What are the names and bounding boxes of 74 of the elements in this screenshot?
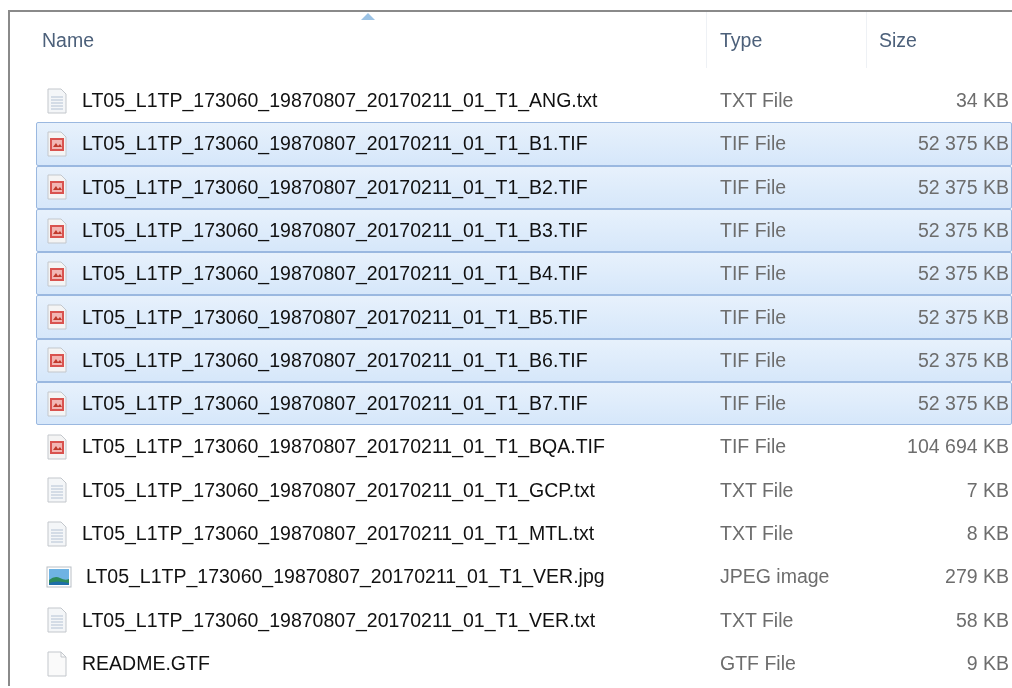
- file-row[interactable]: LT05_L1TP_173060_19870807_20170211_01_T1_ANG.txt TXT File 34 KB: [36, 79, 1012, 123]
- file-type: TIF File: [719, 391, 788, 417]
- column-header[interactable]: Size: [866, 12, 1012, 68]
- file-size: 52 375 KB: [916, 304, 1010, 330]
- file-name: LT05_L1TP_173060_19870807_20170211_01_T1_GCP.txt: [82, 477, 595, 504]
- file-row[interactable]: LT05_L1TP_173060_19870807_20170211_01_T1_B1.TIF TIF File 52 375 KB: [36, 122, 1012, 166]
- file-type: TIF File: [719, 434, 788, 460]
- file-size: 34 KB: [954, 88, 1010, 113]
- file-size: 9 KB: [965, 650, 1010, 676]
- file-type: TIF File: [719, 217, 788, 243]
- file-name: LT05_L1TP_173060_19870807_20170211_01_T1_VER.jpg: [86, 564, 605, 590]
- file-type: JPEG image: [719, 564, 831, 590]
- file-name: LT05_L1TP_173060_19870807_20170211_01_T1_B6.TIF: [82, 347, 588, 374]
- file-type: TXT File: [719, 88, 795, 113]
- text-file-icon: [46, 607, 68, 634]
- picture-icon: [46, 565, 72, 588]
- file-size: 52 375 KB: [916, 217, 1010, 243]
- text-file-icon: [46, 477, 68, 504]
- image-file-icon: [46, 217, 68, 244]
- file-row[interactable]: LT05_L1TP_173060_19870807_20170211_01_T1_B4.TIF TIF File 52 375 KB: [36, 252, 1012, 296]
- file-size: 104 694 KB: [906, 434, 1010, 460]
- file-name: LT05_L1TP_173060_19870807_20170211_01_T1_B4.TIF: [82, 261, 588, 287]
- file-row[interactable]: LT05_L1TP_173060_19870807_20170211_01_T1_B6.TIF TIF File 52 375 KB: [36, 338, 1012, 383]
- image-file-icon: [46, 347, 68, 374]
- file-row[interactable]: LT05_L1TP_173060_19870807_20170211_01_T1_GCP.txt TXT File 7 KB: [36, 468, 1012, 512]
- text-file-icon: [46, 87, 68, 114]
- file-size: 52 375 KB: [916, 347, 1010, 373]
- file-row[interactable]: LT05_L1TP_173060_19870807_20170211_01_T1_B3.TIF TIF File 52 375 KB: [36, 208, 1012, 253]
- file-size: 58 KB: [954, 607, 1010, 633]
- file-row[interactable]: LT05_L1TP_173060_19870807_20170211_01_T1_B2.TIF TIF File 52 375 KB: [36, 165, 1012, 209]
- file-row[interactable]: README.GTF GTF File 9 KB: [36, 641, 1012, 686]
- file-size: 52 375 KB: [916, 131, 1010, 157]
- file-name: LT05_L1TP_173060_19870807_20170211_01_T1_B3.TIF: [82, 217, 588, 244]
- file-type: TXT File: [719, 607, 795, 633]
- file-size: 7 KB: [965, 477, 1010, 503]
- file-type: TIF File: [719, 304, 788, 330]
- file-row[interactable]: LT05_L1TP_173060_19870807_20170211_01_T1_VER.txt TXT File 58 KB: [36, 598, 1012, 642]
- file-type: TIF File: [719, 131, 788, 157]
- column-header[interactable]: Name: [36, 12, 706, 68]
- blank-file-icon: [46, 650, 68, 677]
- file-row[interactable]: LT05_L1TP_173060_19870807_20170211_01_T1_BQA.TIF TIF File 104 694 KB: [36, 425, 1012, 469]
- file-size: 52 375 KB: [916, 261, 1010, 287]
- file-size: 52 375 KB: [916, 174, 1010, 200]
- file-name: LT05_L1TP_173060_19870807_20170211_01_T1_B2.TIF: [82, 174, 588, 201]
- file-type: GTF File: [719, 650, 797, 676]
- image-file-icon: [46, 434, 68, 460]
- file-size: 52 375 KB: [916, 391, 1010, 417]
- file-name: LT05_L1TP_173060_19870807_20170211_01_T1_B1.TIF: [82, 131, 588, 157]
- file-type: TIF File: [719, 347, 788, 373]
- file-name: LT05_L1TP_173060_19870807_20170211_01_T1_MTL.txt: [82, 521, 595, 547]
- file-size: 279 KB: [944, 564, 1010, 590]
- image-file-icon: [46, 260, 68, 287]
- image-file-icon: [46, 390, 68, 417]
- file-row[interactable]: LT05_L1TP_173060_19870807_20170211_01_T1_VER.jpg JPEG image 279 KB: [36, 555, 1012, 599]
- file-type: TXT File: [719, 521, 795, 546]
- image-file-icon: [46, 174, 68, 201]
- file-type: TIF File: [719, 261, 788, 287]
- file-name: LT05_L1TP_173060_19870807_20170211_01_T1_B7.TIF: [82, 391, 588, 417]
- image-file-icon: [46, 130, 68, 157]
- file-name: LT05_L1TP_173060_19870807_20170211_01_T1_ANG.txt: [82, 88, 598, 114]
- file-row[interactable]: LT05_L1TP_173060_19870807_20170211_01_T1_B7.TIF TIF File 52 375 KB: [36, 382, 1012, 426]
- file-row[interactable]: LT05_L1TP_173060_19870807_20170211_01_T1_MTL.txt TXT File 8 KB: [36, 511, 1012, 556]
- file-type: TXT File: [719, 477, 795, 503]
- text-file-icon: [46, 520, 68, 547]
- file-type: TIF File: [719, 174, 788, 200]
- image-file-icon: [46, 304, 68, 331]
- file-name: LT05_L1TP_173060_19870807_20170211_01_T1_BQA.TIF: [82, 434, 605, 460]
- file-row[interactable]: LT05_L1TP_173060_19870807_20170211_01_T1_B5.TIF TIF File 52 375 KB: [36, 295, 1012, 339]
- sort-arrow-icon: [361, 13, 375, 20]
- file-name: LT05_L1TP_173060_19870807_20170211_01_T1_B5.TIF: [82, 304, 588, 331]
- file-name: LT05_L1TP_173060_19870807_20170211_01_T1_VER.txt: [82, 607, 596, 634]
- column-header[interactable]: Type: [706, 12, 866, 68]
- file-size: 8 KB: [965, 521, 1010, 546]
- file-name: README.GTF: [82, 650, 210, 676]
